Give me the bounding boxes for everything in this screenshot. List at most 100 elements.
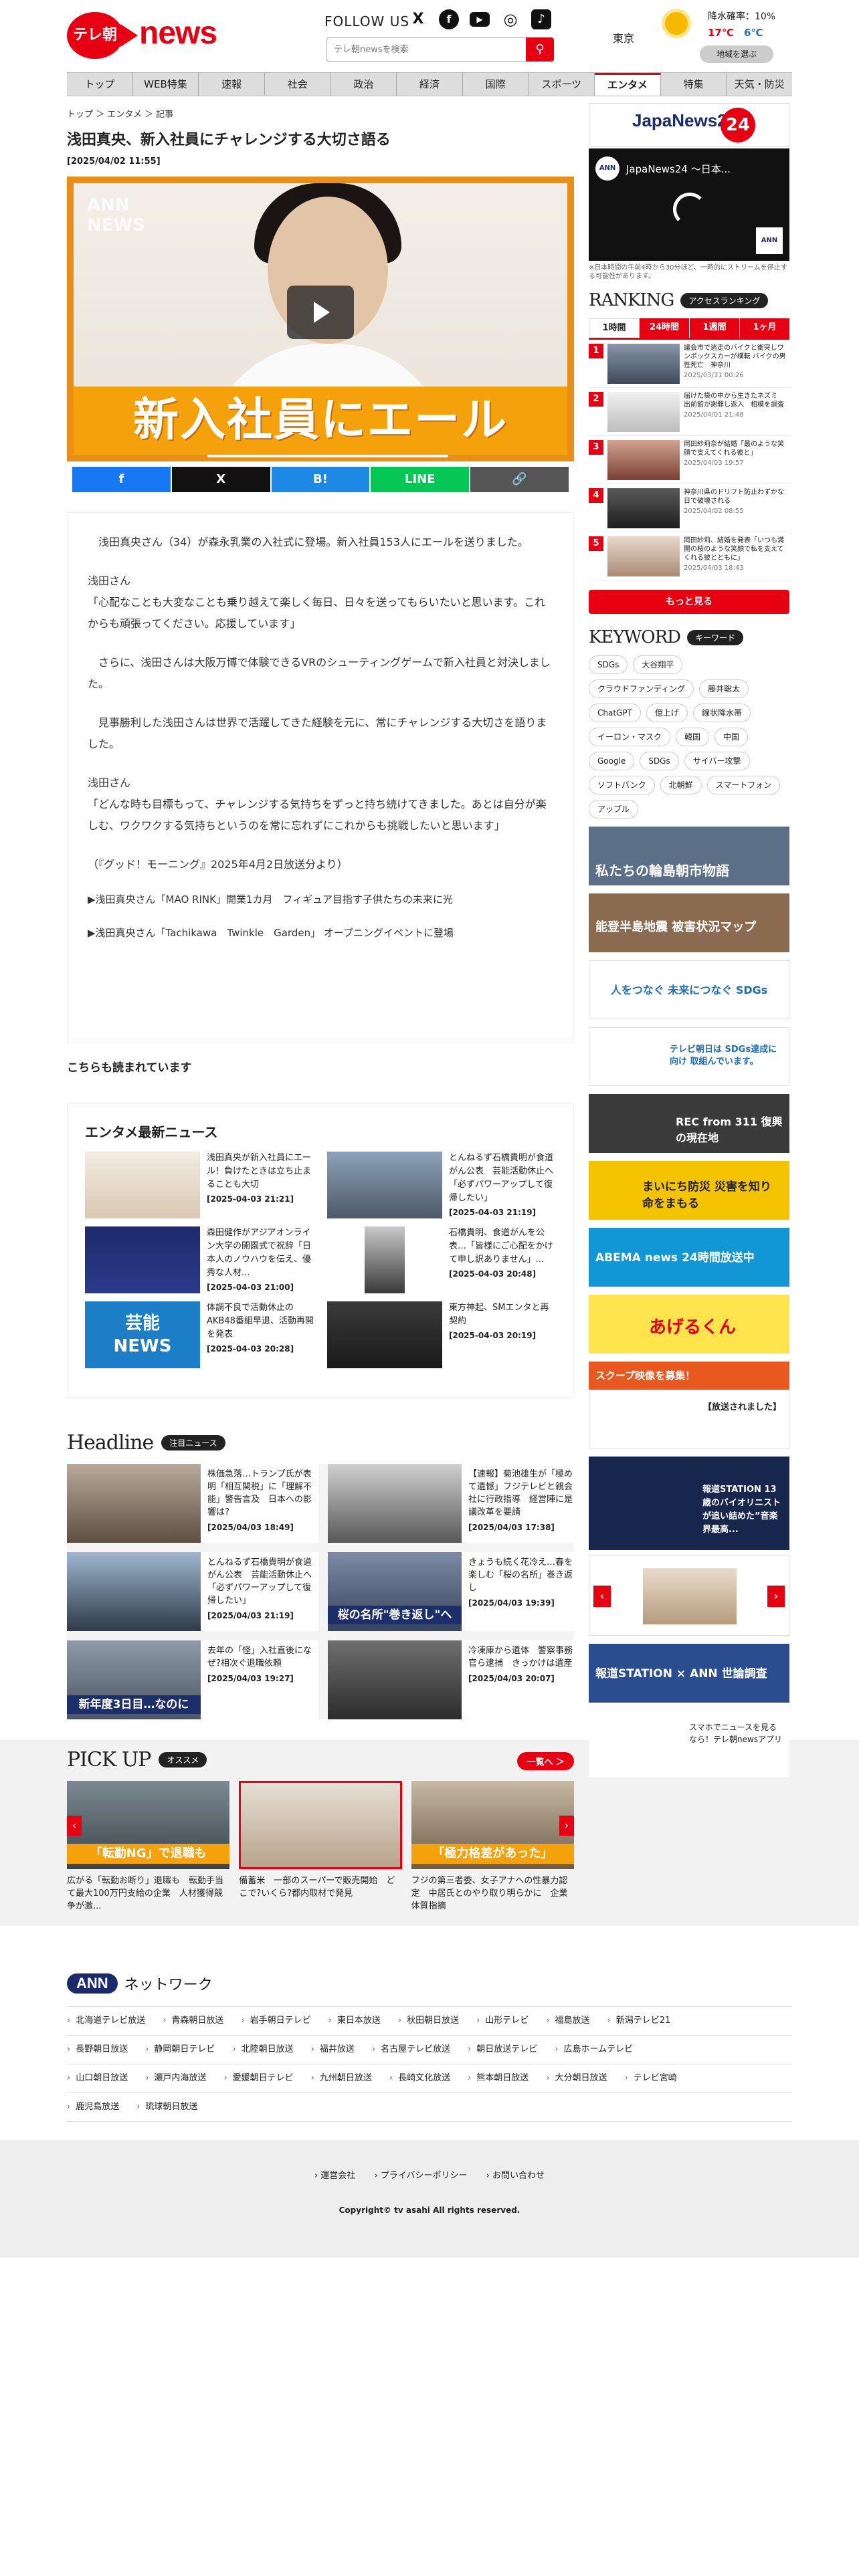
region-select-button[interactable]: 地域を選ぶ (700, 45, 773, 63)
keyword-tag[interactable]: クラウドファンディング (589, 679, 694, 698)
video-player[interactable]: ANN NEWS 新入社員にエール (67, 177, 574, 461)
list-item[interactable]: 新年度3日目…なのに 去年の「怪」入社直後になぜ?相次ぐ退職依頼 [2025/04… (67, 1640, 318, 1719)
nav-web-feature[interactable]: WEB特集 (133, 73, 199, 96)
banner-bousai[interactable]: まいにち防災 災害を知り 命をまもる (589, 1161, 789, 1220)
station-link[interactable]: 瀬戸内海放送 (145, 2064, 206, 2092)
nav-international[interactable]: 国際 (463, 73, 529, 96)
keyword-tag[interactable]: SDGs (640, 752, 679, 770)
station-link[interactable]: 鹿児島放送 (67, 2093, 119, 2121)
nav-special[interactable]: 特集 (661, 73, 727, 96)
station-link[interactable]: 北海道テレビ放送 (67, 2007, 145, 2035)
station-link[interactable]: 愛媛朝日テレビ (223, 2064, 294, 2092)
carousel-next-button[interactable]: › (559, 1816, 574, 1836)
japanews24-banner[interactable]: JapaNews24 24 (589, 103, 789, 147)
ranking-item[interactable]: 1 議会市で逃走のバイクと衝突しワンボックスカーが横転 バイクの男性死亡 神奈川 2… (589, 340, 789, 388)
ranking-more-button[interactable]: もっと見る (589, 590, 789, 614)
station-link[interactable]: 長崎文化放送 (389, 2064, 450, 2092)
carousel-prev-button[interactable]: ‹ (593, 1586, 611, 1607)
keyword-tag[interactable]: イーロン・マスク (589, 728, 671, 746)
tab-1week[interactable]: 1週間 (690, 318, 740, 338)
station-link[interactable]: 大分朝日放送 (546, 2064, 607, 2092)
station-link[interactable]: テレビ宮崎 (625, 2064, 677, 2092)
station-link[interactable]: 山口朝日放送 (67, 2064, 128, 2092)
keyword-tag[interactable]: ChatGPT (589, 704, 641, 722)
play-icon[interactable] (287, 286, 354, 339)
station-link[interactable]: 九州朝日放送 (311, 2064, 372, 2092)
banner-sdgs-tvasahi[interactable]: テレビ朝日は SDGs達成に向け 取組んでいます。 (589, 1027, 789, 1086)
share-facebook-button[interactable]: f (72, 467, 171, 492)
station-link[interactable]: 新潟テレビ21 (607, 2007, 671, 2035)
nav-society[interactable]: 社会 (265, 73, 331, 96)
keyword-tag[interactable]: ソフトバンク (589, 776, 655, 794)
banner-abema[interactable]: ABEMA news 24時間放送中 (589, 1228, 789, 1287)
nav-sports[interactable]: スポーツ (529, 73, 595, 96)
tab-24hours[interactable]: 24時間 (640, 318, 690, 338)
list-item[interactable]: とんねるず石橋貴明が食道がん公表 芸能活動休止へ「必ずパワーアップして復帰したい… (327, 1152, 556, 1218)
list-item[interactable]: 株価急落…トランプ氏が表明「相互関税」に「理解不能」警告言及 日本への影響は? [… (67, 1464, 318, 1543)
list-item[interactable]: 【速報】菊池雄生が「極めて遺憾」フジテレビと親会社に行政指導 経営陣に是議改革を… (328, 1464, 579, 1543)
station-link[interactable]: 長野朝日放送 (67, 2036, 128, 2064)
x-icon[interactable]: X (408, 9, 428, 29)
keyword-tag[interactable]: 藤井聡太 (699, 679, 749, 698)
share-hatena-button[interactable]: B! (271, 467, 370, 492)
nav-breaking[interactable]: 速報 (199, 73, 265, 96)
keyword-tag[interactable]: SDGs (589, 655, 628, 674)
banner-scoop[interactable]: スクープ映像を募集！ (589, 1362, 789, 1390)
list-item[interactable]: 備蓄米 一部のスーパーで販売開始 どこで?いくら?都内取材で発見 (239, 1781, 402, 1913)
banner-poll[interactable]: 報道STATION × ANN 世論調査 (589, 1644, 789, 1703)
nav-economy[interactable]: 経済 (397, 73, 463, 96)
station-link[interactable]: 静岡朝日テレビ (145, 2036, 215, 2064)
breadcrumb[interactable]: トップ ＞ エンタメ ＞ 記事 (67, 107, 173, 120)
list-item[interactable]: とんねるず石橋貴明が食道がん公表 芸能活動休止へ「必ずパワーアップして復帰したい… (67, 1552, 318, 1631)
banner-broadcast[interactable]: 【放送されました】 (589, 1390, 789, 1448)
station-link[interactable]: 山形テレビ (476, 2007, 529, 2035)
banner-carousel[interactable]: ‹ › (589, 1555, 789, 1636)
banner-noto-map[interactable]: 能登半島地震 被害状況マップ (589, 893, 789, 952)
list-item[interactable]: 浅田真央が新入社員にエール！負けたときは立ち止まることも大切 [2025-04-0… (85, 1152, 314, 1218)
share-x-button[interactable]: X (171, 467, 270, 492)
list-item[interactable]: 「極力格差があった」 › フジの第三者委、女子アナへの性暴力認定 中居氏とのやり… (411, 1781, 574, 1913)
related-link[interactable]: ▶浅田真央さん「MAO RINK」開業1カ月 フィギュア目指す子供たちの未来に光 (88, 893, 553, 906)
facebook-icon[interactable]: f (439, 9, 459, 29)
share-line-button[interactable]: LINE (371, 467, 470, 492)
keyword-tag[interactable]: 線状降水帯 (692, 704, 751, 722)
banner-sdgs-tsunagu[interactable]: 人をつなぐ 未来につなぐ SDGs (589, 960, 789, 1019)
ranking-item[interactable]: 2 届けた袋の中から生きたネズミ 出前館が謝罪し返入 相模を調査 2025/04/0… (589, 388, 789, 436)
banner-agerukun[interactable]: あげるくん (589, 1295, 789, 1354)
list-item[interactable]: 東方神起、SMエンタと再契約 [2025-04-03 20:19] (327, 1301, 556, 1368)
nav-politics[interactable]: 政治 (331, 73, 397, 96)
banner-rec-from-311[interactable]: REC from 311 復興の現在地 (589, 1094, 789, 1153)
ranking-item[interactable]: 5 岡田紗莉、結婚を発表「いつも満開の桜のような笑顔で私を支えてくれる彼とともに」… (589, 532, 789, 580)
search-input[interactable] (327, 38, 525, 61)
keyword-tag[interactable]: 大谷翔平 (633, 655, 683, 674)
ranking-item[interactable]: 4 神奈川県のドリフト防止わずかな日で破壊される 2025/04/02 08:55 (589, 484, 789, 532)
keyword-tag[interactable]: 韓国 (676, 728, 710, 746)
list-item[interactable]: 「転勤NG」で退職も ‹ 広がる「転勤お断り」退職も 転勤手当て最大100万円支… (67, 1781, 230, 1913)
banner-app[interactable]: スマホでニュースを見るなら！テレ朝newsアプリ (589, 1711, 789, 1778)
youtube-icon[interactable]: ▶ (470, 12, 490, 27)
keyword-tag[interactable]: サイバー攻撃 (684, 752, 750, 770)
keyword-tag[interactable]: 億上げ (646, 704, 688, 722)
list-item[interactable]: 桜の名所"巻き返し"へ きょうも続く花冷え…春を楽しむ「桜の名所」巻き返し [20… (328, 1552, 579, 1631)
related-link[interactable]: ▶浅田真央さん「Tachikawa Twinkle Garden」 オープニング… (88, 926, 553, 940)
footer-link-contact[interactable]: › お問い合わせ (486, 2171, 545, 2181)
instagram-icon[interactable]: ◎ (500, 9, 520, 29)
tiktok-icon[interactable]: ♪ (531, 9, 551, 29)
nav-entame[interactable]: エンタメ (595, 73, 661, 96)
list-item[interactable]: 冷凍庫から遺体 警察事務官ら逮捕 きっかけは遺産 [2025/04/03 20:0… (328, 1640, 579, 1719)
station-link[interactable]: 岩手朝日テレビ (241, 2007, 311, 2035)
station-link[interactable]: 朝日放送テレビ (468, 2036, 537, 2064)
nav-weather[interactable]: 天気・防災 (727, 73, 792, 96)
footer-link-company[interactable]: › 運営会社 (314, 2171, 355, 2181)
station-link[interactable]: 名古屋テレビ放送 (372, 2036, 450, 2064)
keyword-tag[interactable]: 中国 (714, 728, 749, 746)
keyword-tag[interactable]: 北朝鮮 (660, 776, 702, 794)
station-link[interactable]: 広島ホームテレビ (555, 2036, 634, 2064)
keyword-tag[interactable]: Google (589, 752, 635, 770)
station-link[interactable]: 東日本放送 (328, 2007, 381, 2035)
station-link[interactable]: 青森朝日放送 (163, 2007, 223, 2035)
copy-link-button[interactable]: 🔗 (470, 467, 569, 492)
keyword-tag[interactable]: スマートフォン (706, 776, 781, 794)
list-item[interactable]: 石橋貴明、食道がんを公表…「皆様にご心配をかけて申し訳ありません」... [202… (327, 1226, 556, 1293)
banner-wajima[interactable]: 私たちの輪島朝市物語 (589, 827, 789, 885)
